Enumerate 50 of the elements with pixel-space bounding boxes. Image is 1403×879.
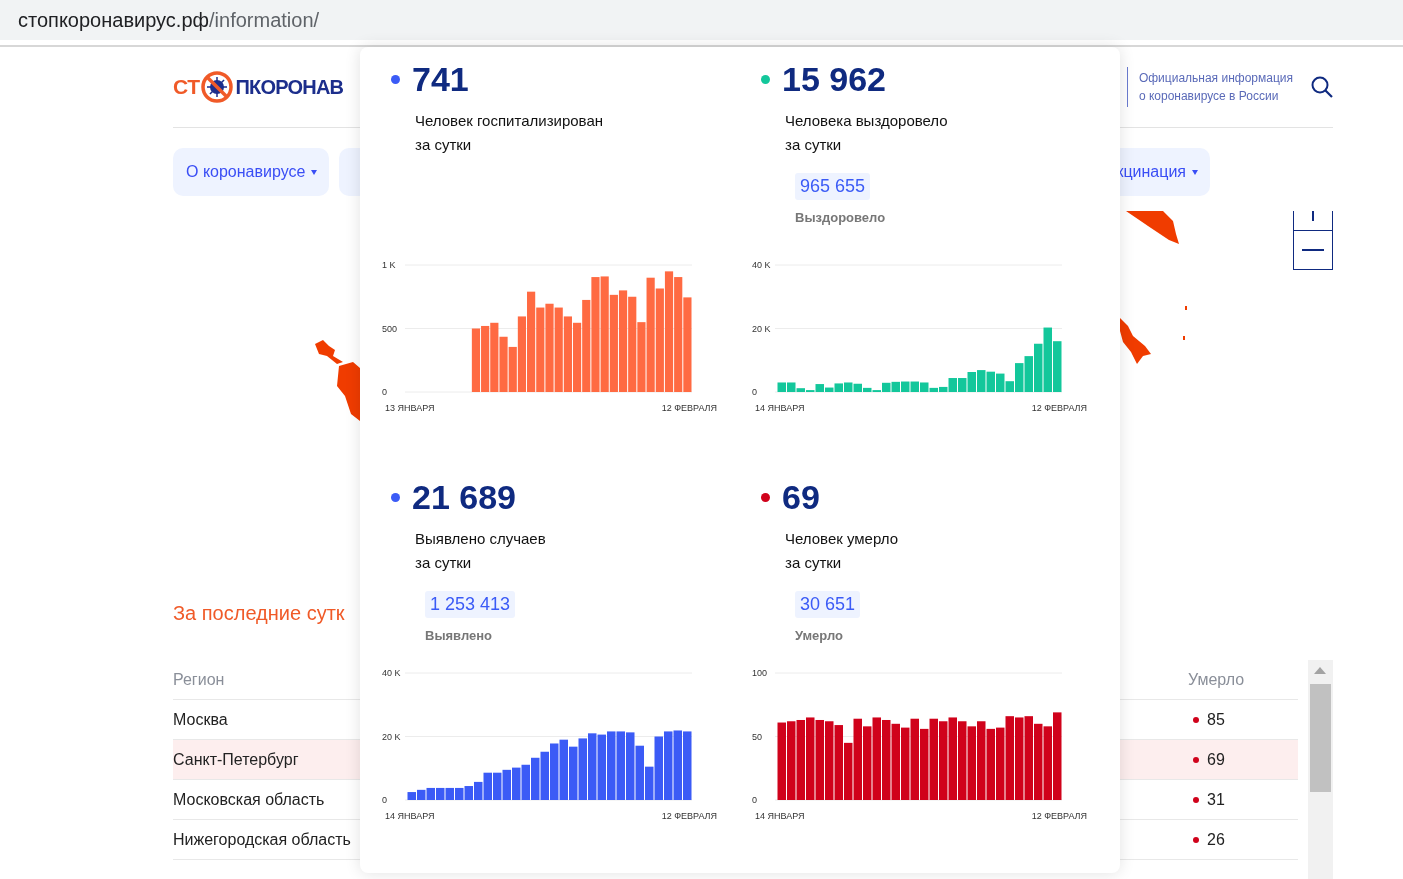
axis-label: 40 K [752, 260, 771, 270]
axis-label: 12 ФЕВРАЛЯ [1031, 403, 1087, 413]
stat-number: 21 689 [412, 477, 516, 517]
address-field[interactable]: стопкоронавирус.рф/information/ [0, 8, 320, 32]
stat-label: Человек госпитализирован за сутки [415, 111, 604, 155]
axis-label: 14 ЯНВАРЯ [755, 403, 805, 413]
axis-label: 0 [382, 387, 387, 397]
stat-number: 15 962 [782, 59, 886, 99]
logo-text: СТ [173, 75, 200, 99]
axis-label: 0 [752, 387, 757, 397]
axis-label: 12 ФЕВРАЛЯ [1031, 811, 1087, 821]
table-cell: 26 [1207, 830, 1225, 849]
axis-label: 0 [382, 795, 387, 805]
axis-label: 40 K [382, 668, 401, 678]
axis-label: 13 ЯНВАРЯ [385, 403, 435, 413]
axis-label: 12 ФЕВРАЛЯ [661, 811, 717, 821]
table-cell: Москва [173, 710, 228, 729]
stat-number: 69 [782, 477, 820, 517]
axis-label: 50 [752, 731, 762, 742]
axis-label: 14 ЯНВАРЯ [385, 811, 435, 821]
axis-label: 0 [752, 795, 757, 805]
axis-label: 14 ЯНВАРЯ [755, 811, 805, 821]
tagline: Официальная информация о коронавирусе в России [1126, 67, 1293, 107]
column-header: Умерло [1188, 670, 1246, 689]
table-cell: 69 [1207, 750, 1225, 769]
axis-label: 20 K [382, 731, 401, 742]
table-cell: Московская область [173, 790, 325, 809]
total-number: 965 655 [795, 173, 871, 200]
axis-label: 12 ФЕВРАЛЯ [661, 403, 717, 413]
axis-label: 20 K [752, 323, 771, 334]
axis-label: 1 K [382, 260, 396, 270]
logo-text: ПКОРОНАВ [235, 75, 344, 99]
total-number: 1 253 413 [425, 591, 516, 618]
total-caption: Выявлено [425, 628, 493, 643]
table-cell: 85 [1207, 710, 1225, 729]
stat-label: Человек умерло за сутки [785, 529, 900, 573]
axis-label: 100 [752, 668, 768, 678]
column-header: Регион [173, 670, 225, 689]
section-title: За последние сутк [173, 601, 345, 626]
total-number: 30 651 [795, 591, 861, 618]
table-cell: Нижегородская область [173, 830, 351, 849]
axis-label: 500 [382, 323, 398, 334]
total-caption: Выздоровело [795, 210, 887, 225]
nav-button[interactable]: О коронавирусе [173, 148, 330, 196]
table-cell: Санкт-Петербург [173, 750, 299, 769]
total-caption: Умерло [795, 628, 844, 643]
stat-number: 741 [412, 59, 469, 99]
stat-label: Человека выздоровело за сутки [785, 111, 949, 155]
table-cell: 31 [1207, 790, 1225, 809]
stat-label: Выявлено случаев за сутки [415, 529, 547, 573]
